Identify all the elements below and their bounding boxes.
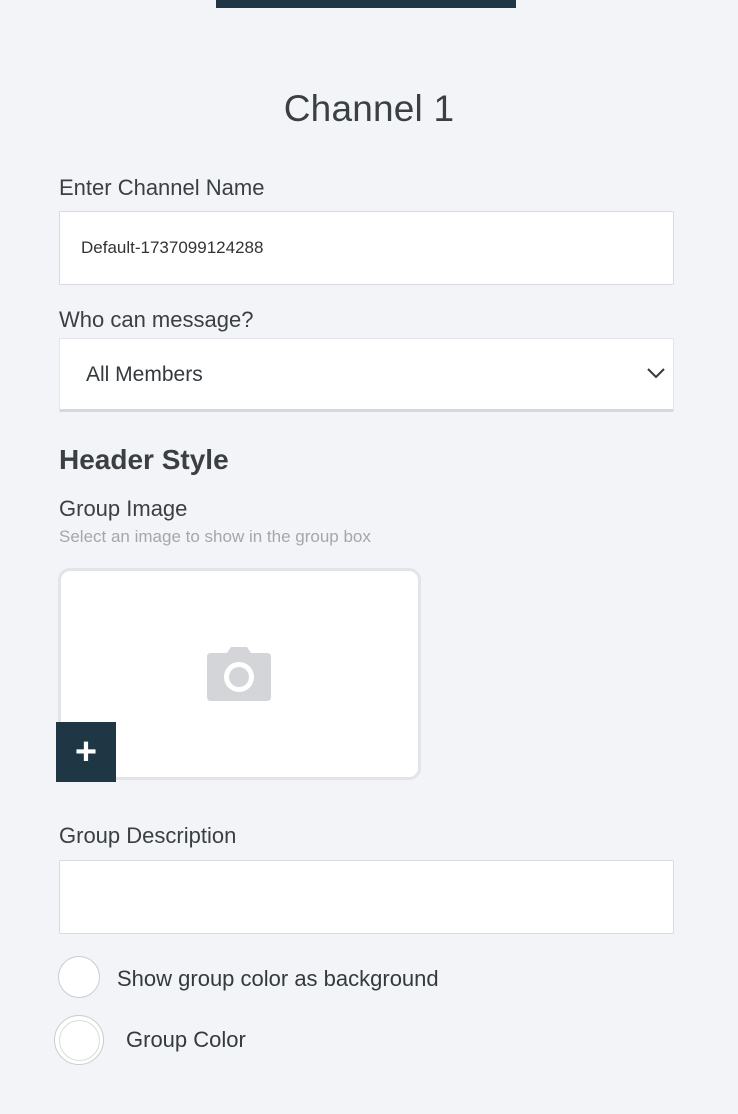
message-permission-select[interactable]: All Members (59, 338, 674, 412)
group-color-label: Group Color (126, 1027, 246, 1052)
active-tab-indicator (216, 0, 516, 8)
header-style-heading: Header Style (59, 444, 229, 475)
channel-name-input[interactable] (59, 211, 674, 285)
show-color-background-toggle[interactable] (58, 956, 100, 998)
group-image-hint: Select an image to show in the group box (59, 527, 371, 546)
message-permission-label: Who can message? (59, 307, 254, 332)
page-title: Channel 1 (283, 88, 455, 129)
message-permission-value: All Members (86, 363, 203, 386)
plus-icon: + (74, 731, 98, 773)
channel-name-label: Enter Channel Name (59, 175, 265, 200)
group-image-label: Group Image (59, 496, 188, 521)
group-description-label: Group Description (59, 823, 237, 848)
camera-icon (207, 647, 271, 701)
add-image-button[interactable]: + (56, 722, 116, 782)
group-color-swatch[interactable] (54, 1015, 104, 1065)
show-color-background-label: Show group color as background (117, 966, 439, 991)
channel-settings-page: Channel 1 Enter Channel Name Who can mes… (0, 0, 738, 1114)
group-description-input[interactable] (59, 860, 674, 934)
chevron-down-icon (647, 368, 665, 379)
